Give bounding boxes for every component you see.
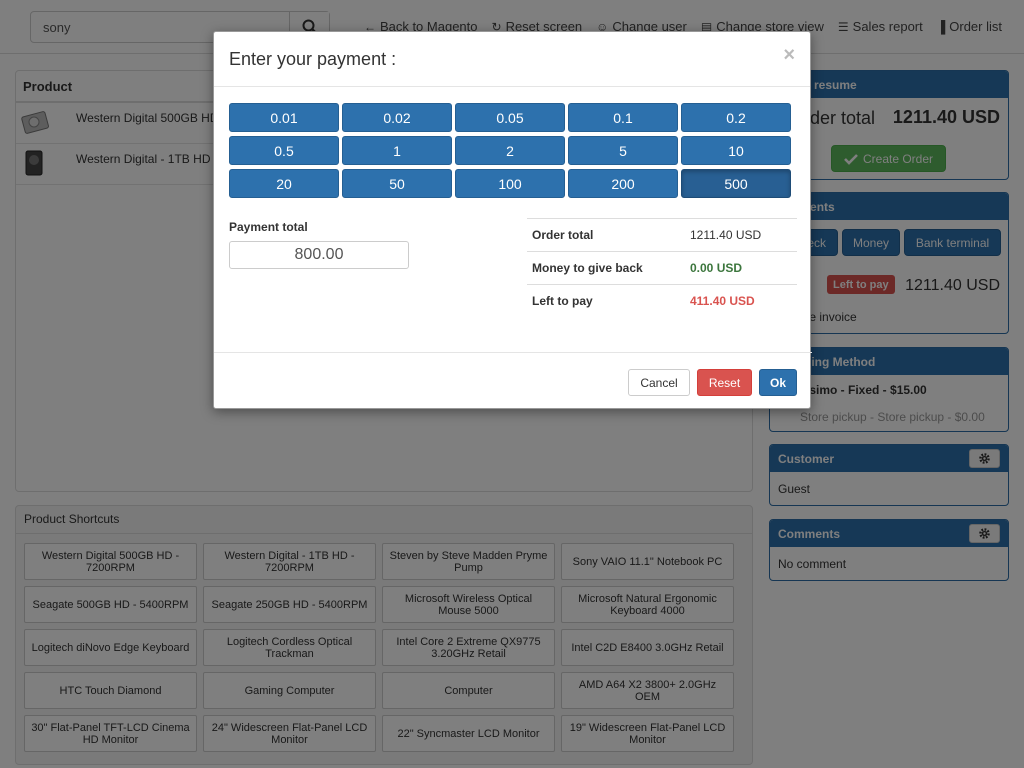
denomination-button[interactable]: 50 xyxy=(342,169,452,198)
denomination-button[interactable]: 5 xyxy=(568,136,678,165)
modal-footer: Cancel Reset Ok xyxy=(214,352,812,409)
payment-total-input[interactable] xyxy=(229,241,409,269)
denomination-button[interactable]: 200 xyxy=(568,169,678,198)
summary-label: Left to pay xyxy=(527,284,685,318)
payment-total-label: Payment total xyxy=(229,220,308,234)
denomination-button[interactable]: 0.2 xyxy=(681,103,791,132)
denomination-button[interactable]: 0.05 xyxy=(455,103,565,132)
denomination-button[interactable]: 2 xyxy=(455,136,565,165)
denomination-button[interactable]: 100 xyxy=(455,169,565,198)
close-icon[interactable]: × xyxy=(783,44,795,67)
payment-modal: Enter your payment : × 0.01 0.02 0.05 0.… xyxy=(213,31,812,409)
denomination-button[interactable]: 0.02 xyxy=(342,103,452,132)
summary-row: Left to pay 411.40 USD xyxy=(527,284,797,318)
summary-row: Money to give back 0.00 USD xyxy=(527,251,797,285)
reset-button[interactable]: Reset xyxy=(697,369,752,396)
denomination-button[interactable]: 1 xyxy=(342,136,452,165)
denomination-button[interactable]: 0.1 xyxy=(568,103,678,132)
summary-label: Order total xyxy=(527,218,685,252)
denomination-button[interactable]: 20 xyxy=(229,169,339,198)
summary-label: Money to give back xyxy=(527,251,685,285)
summary-value: 1211.40 USD xyxy=(685,218,797,252)
cancel-button[interactable]: Cancel xyxy=(628,369,690,396)
modal-header: Enter your payment : × xyxy=(214,32,810,87)
ok-button[interactable]: Ok xyxy=(759,369,797,396)
payment-summary-table: Order total 1211.40 USD Money to give ba… xyxy=(527,218,797,318)
summary-row: Order total 1211.40 USD xyxy=(527,218,797,252)
denomination-button[interactable]: 0.5 xyxy=(229,136,339,165)
denomination-button[interactable]: 10 xyxy=(681,136,791,165)
modal-title: Enter your payment : xyxy=(229,49,397,69)
denomination-button[interactable]: 0.01 xyxy=(229,103,339,132)
denomination-button[interactable]: 500 xyxy=(681,169,791,198)
summary-value: 411.40 USD xyxy=(685,284,797,318)
summary-value: 0.00 USD xyxy=(685,251,797,285)
denomination-grid: 0.01 0.02 0.05 0.1 0.2 0.5 1 2 5 10 20 5… xyxy=(229,103,791,198)
